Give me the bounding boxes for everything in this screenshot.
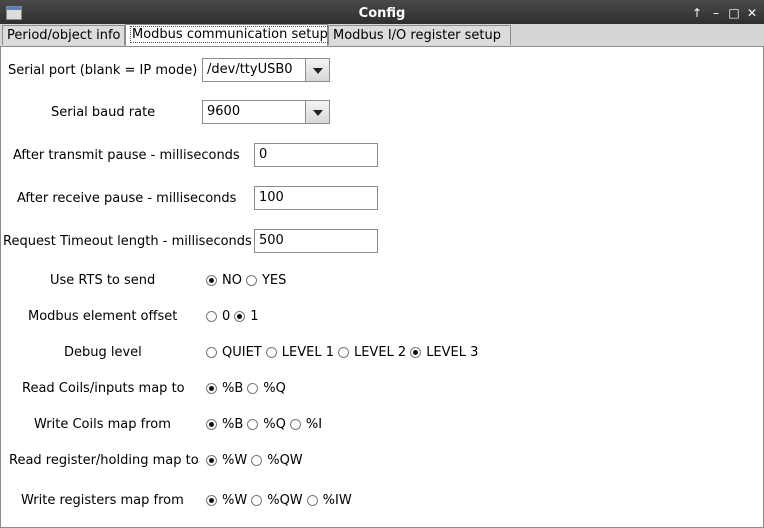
baud-rate-value[interactable]: 9600	[202, 100, 306, 124]
radio-button[interactable]	[265, 347, 277, 358]
radio-button[interactable]	[206, 455, 217, 466]
radio-button[interactable]	[306, 495, 318, 506]
baud-rate-label: Serial baud rate	[51, 105, 156, 120]
radio-label: %QW	[267, 453, 303, 468]
radio-label: %W	[222, 493, 248, 508]
write-registers-label: Write registers map from	[21, 493, 184, 508]
write-coils-radio-group: %B %Q %I	[206, 417, 326, 432]
read-coils-radio-group: %B %Q	[206, 381, 290, 396]
radio-option[interactable]: %W	[206, 493, 247, 508]
radio-label: %W	[222, 453, 248, 468]
read-coils-label: Read Coils/inputs map to	[22, 381, 185, 396]
tab-label: Modbus communication setup	[130, 26, 330, 43]
radio-label: %B	[222, 381, 244, 396]
radio-button[interactable]	[206, 311, 217, 322]
radio-option[interactable]: LEVEL 3	[410, 345, 478, 360]
debug-label: Debug level	[64, 345, 142, 360]
radio-option[interactable]: YES	[245, 273, 287, 288]
timeout-input[interactable]: 500	[254, 229, 378, 253]
radio-button[interactable]	[251, 455, 263, 466]
tab-modbus-communication-setup[interactable]: Modbus communication setup	[125, 24, 330, 46]
radio-button[interactable]	[206, 419, 217, 430]
tab-bar: Period/object info Modbus communication …	[0, 24, 764, 47]
radio-label: LEVEL 1	[281, 345, 334, 360]
radio-option[interactable]: %I	[289, 417, 323, 432]
radio-button[interactable]	[247, 383, 259, 394]
radio-label: 0	[222, 309, 231, 324]
radio-label: %B	[222, 417, 244, 432]
debug-radio-group: QUIET LEVEL 1 LEVEL 2 LEVEL 3	[206, 345, 482, 360]
baud-rate-combo[interactable]: 9600	[202, 100, 330, 124]
radio-option[interactable]: %QW	[251, 493, 303, 508]
tab-label: Modbus I/O register setup	[333, 28, 502, 43]
radio-option[interactable]: %QW	[251, 453, 303, 468]
radio-button[interactable]	[247, 419, 259, 430]
maximize-icon[interactable]: □	[726, 5, 742, 21]
close-icon[interactable]: ✕	[744, 5, 760, 21]
radio-option[interactable]: LEVEL 1	[265, 345, 334, 360]
after-receive-input[interactable]: 100	[254, 186, 378, 210]
offset-radio-group: 01	[206, 309, 263, 324]
radio-label: 1	[250, 309, 259, 324]
radio-button[interactable]	[206, 347, 217, 358]
radio-button[interactable]	[337, 347, 349, 358]
radio-button[interactable]	[289, 419, 301, 430]
radio-option[interactable]: %Q	[247, 417, 286, 432]
timeout-label: Request Timeout length - milliseconds	[3, 234, 252, 249]
chevron-down-icon[interactable]	[306, 58, 330, 82]
after-transmit-label: After transmit pause - milliseconds	[13, 148, 240, 163]
radio-option[interactable]: %B	[206, 417, 243, 432]
tab-modbus-io-register-setup[interactable]: Modbus I/O register setup	[328, 25, 511, 45]
radio-label: %Q	[263, 417, 286, 432]
radio-button[interactable]	[206, 495, 217, 506]
radio-button[interactable]	[206, 275, 217, 286]
write-registers-radio-group: %W %QW %IW	[206, 493, 356, 508]
serial-port-label: Serial port (blank = IP mode)	[8, 63, 198, 78]
radio-label: LEVEL 3	[426, 345, 479, 360]
window-title: Config	[358, 6, 406, 21]
radio-button[interactable]	[234, 311, 246, 322]
radio-button[interactable]	[251, 495, 263, 506]
radio-option[interactable]: %W	[206, 453, 247, 468]
radio-label: QUIET	[222, 345, 262, 360]
after-receive-label: After receive pause - milliseconds	[17, 191, 237, 206]
radio-option[interactable]: %IW	[306, 493, 352, 508]
radio-option[interactable]: 1	[234, 309, 259, 324]
offset-label: Modbus element offset	[28, 309, 178, 324]
rts-label: Use RTS to send	[50, 273, 156, 288]
serial-port-combo[interactable]: /dev/ttyUSB0	[202, 58, 330, 82]
radio-label: LEVEL 2	[353, 345, 407, 360]
radio-option[interactable]: %Q	[247, 381, 286, 396]
rts-radio-group: NO YES	[206, 273, 290, 288]
radio-button[interactable]	[245, 275, 257, 286]
minimize-icon[interactable]: –	[708, 5, 724, 21]
radio-option[interactable]: QUIET	[206, 345, 262, 360]
keep-above-icon[interactable]: ↑	[689, 5, 705, 21]
radio-label: %QW	[267, 493, 303, 508]
write-coils-label: Write Coils map from	[34, 417, 171, 432]
radio-option[interactable]: NO	[206, 273, 242, 288]
radio-label: NO	[222, 273, 242, 288]
serial-port-value[interactable]: /dev/ttyUSB0	[202, 58, 306, 82]
radio-label: %IW	[322, 493, 352, 508]
after-transmit-input[interactable]: 0	[254, 143, 378, 167]
read-register-radio-group: %W %QW	[206, 453, 307, 468]
radio-option[interactable]: %B	[206, 381, 243, 396]
radio-button[interactable]	[206, 383, 217, 394]
radio-button[interactable]	[410, 347, 422, 358]
radio-option[interactable]: 0	[206, 309, 230, 324]
read-register-label: Read register/holding map to	[9, 453, 199, 468]
radio-label: YES	[261, 273, 287, 288]
radio-label: %I	[305, 417, 323, 432]
radio-option[interactable]: LEVEL 2	[337, 345, 407, 360]
tab-period-object-info[interactable]: Period/object info	[2, 25, 125, 45]
chevron-down-icon[interactable]	[306, 100, 330, 124]
tab-label: Period/object info	[7, 28, 121, 43]
radio-label: %Q	[263, 381, 286, 396]
